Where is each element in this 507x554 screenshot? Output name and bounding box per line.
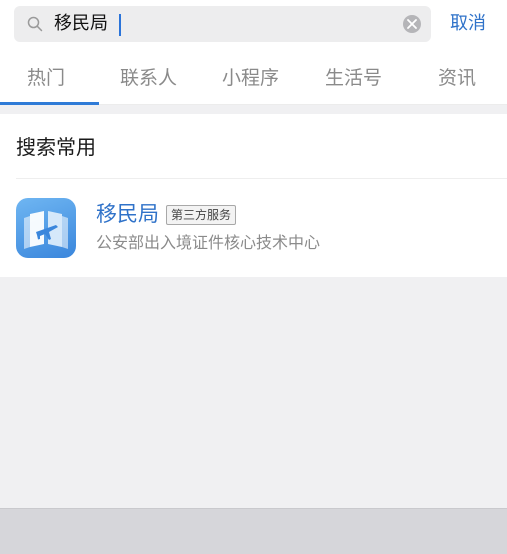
active-tab-indicator <box>0 102 99 105</box>
search-input[interactable]: 移民局 <box>14 6 431 42</box>
section-divider <box>16 178 507 179</box>
frequent-section: 搜索常用 移民局 第三方服务 公安部出入境证件核心技术中心 <box>0 114 507 277</box>
text-caret <box>119 14 121 36</box>
service-badge: 第三方服务 <box>166 205 237 225</box>
cancel-button[interactable]: 取消 <box>450 12 486 36</box>
tab-news[interactable]: 资讯 <box>438 66 476 90</box>
tab-hot[interactable]: 热门 <box>27 66 65 90</box>
tab-bar: 热门 联系人 小程序 生活号 资讯 <box>0 56 507 105</box>
search-icon <box>27 16 43 32</box>
result-title: 移民局 <box>96 202 159 226</box>
header: 移民局 取消 热门 联系人 小程序 生活号 资讯 <box>0 0 507 105</box>
list-item[interactable]: 移民局 第三方服务 公安部出入境证件核心技术中心 <box>0 180 507 277</box>
tab-life-accounts[interactable]: 生活号 <box>325 66 382 90</box>
section-title: 搜索常用 <box>16 135 96 159</box>
search-query: 移民局 <box>54 13 108 34</box>
tab-mini-programs[interactable]: 小程序 <box>222 66 279 90</box>
result-description: 公安部出入境证件核心技术中心 <box>96 233 321 252</box>
passport-plane-icon <box>16 198 76 258</box>
search-row: 移民局 取消 <box>0 0 507 48</box>
tab-contacts[interactable]: 联系人 <box>120 66 177 90</box>
keyboard-area <box>0 508 507 554</box>
clear-icon[interactable] <box>403 15 421 33</box>
